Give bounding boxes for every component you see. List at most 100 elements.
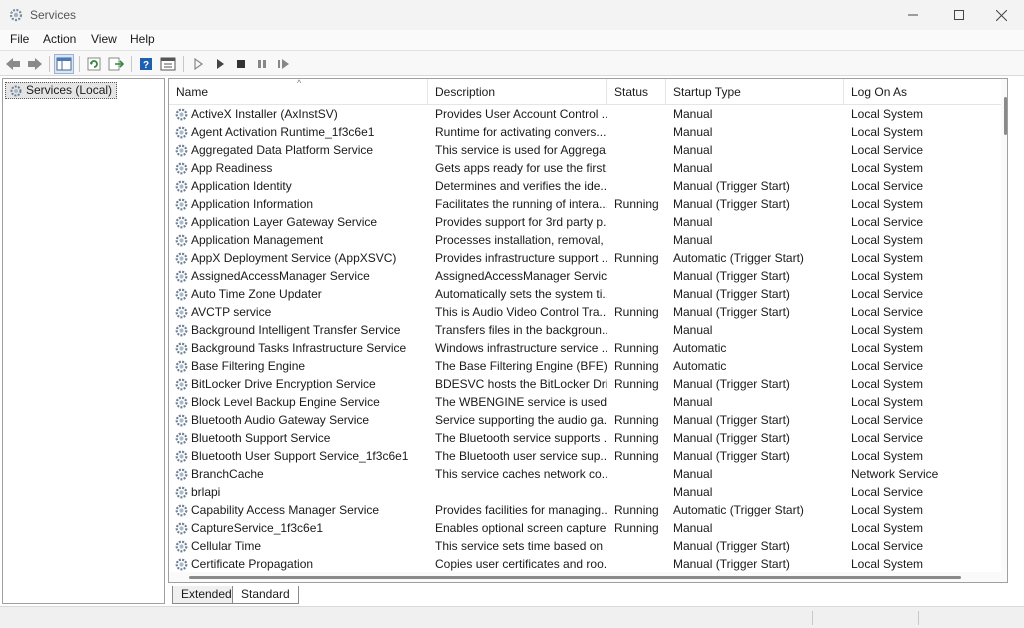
service-status-cell: Running [614, 413, 659, 427]
pause-service-button[interactable] [252, 54, 272, 74]
start-service-icon [194, 58, 204, 70]
start-service-2-button[interactable] [210, 54, 230, 74]
service-name-cell: Bluetooth User Support Service_1f3c6e1 [191, 449, 409, 463]
table-row[interactable]: Application Management Processes installa… [169, 231, 1007, 249]
start-service-button[interactable] [188, 54, 208, 74]
show-hide-console-tree-button[interactable] [54, 54, 74, 74]
service-startup-type-cell: Automatic (Trigger Start) [673, 251, 804, 265]
horizontal-scroll-thumb[interactable] [189, 576, 961, 579]
service-description-cell: The Bluetooth service supports ... [435, 431, 607, 445]
table-row[interactable]: AVCTP service This is Audio Video Control… [169, 303, 1007, 321]
forward-button[interactable] [25, 54, 45, 74]
service-gear-icon [174, 305, 189, 320]
table-row[interactable]: Application Identity Determines and verif… [169, 177, 1007, 195]
minimize-button[interactable] [890, 0, 936, 30]
tab-extended[interactable]: Extended [172, 586, 241, 604]
service-name-cell: Application Management [191, 233, 324, 247]
refresh-button[interactable] [84, 54, 104, 74]
table-row[interactable]: Bluetooth Support Service The Bluetooth s… [169, 429, 1007, 447]
service-gear-icon [174, 143, 189, 158]
table-row[interactable]: ActiveX Installer (AxInstSV) Provides Use… [169, 105, 1007, 123]
service-name-cell: AssignedAccessManager Service [191, 269, 370, 283]
table-row[interactable]: Agent Activation Runtime_1f3c6e1 Runtime … [169, 123, 1007, 141]
service-status-cell: Running [614, 251, 659, 265]
column-header-log-on-as[interactable]: Log On As [844, 79, 1001, 105]
column-header-status[interactable]: Status [607, 79, 666, 105]
menu-action[interactable]: Action [43, 32, 76, 46]
service-log-on-as-cell: Local System [851, 323, 924, 337]
menu-view[interactable]: View [91, 32, 117, 46]
table-row[interactable]: Certificate Propagation Copies user certi… [169, 555, 1007, 573]
service-gear-icon [174, 521, 189, 536]
table-row[interactable]: Capability Access Manager Service Provide… [169, 501, 1007, 519]
vertical-scroll-thumb[interactable] [1004, 97, 1007, 135]
service-startup-type-cell: Automatic (Trigger Start) [673, 503, 804, 517]
table-row[interactable]: Aggregated Data Platform Service This ser… [169, 141, 1007, 159]
table-row[interactable]: BranchCache This service caches network c… [169, 465, 1007, 483]
service-description-cell: This service caches network co... [435, 467, 607, 481]
back-icon [6, 58, 20, 70]
restart-service-button[interactable] [274, 54, 294, 74]
column-header-name[interactable]: Name ^ [169, 79, 428, 105]
service-startup-type-cell: Automatic [673, 341, 727, 355]
tab-standard[interactable]: Standard [232, 586, 299, 604]
table-row[interactable]: Background Intelligent Transfer Service T… [169, 321, 1007, 339]
service-description-cell: Determines and verifies the ide... [435, 179, 607, 193]
table-row[interactable]: Application Layer Gateway Service Provide… [169, 213, 1007, 231]
service-startup-type-cell: Manual [673, 161, 713, 175]
export-list-button[interactable] [106, 54, 126, 74]
horizontal-scrollbar[interactable] [169, 572, 1001, 582]
service-name-cell: AVCTP service [191, 305, 272, 319]
table-row[interactable]: Bluetooth Audio Gateway Service Service s… [169, 411, 1007, 429]
help-button[interactable]: ? [136, 54, 156, 74]
service-log-on-as-cell: Local Service [851, 215, 924, 229]
table-row[interactable]: App Readiness Gets apps ready for use the… [169, 159, 1007, 177]
service-name-cell: BitLocker Drive Encryption Service [191, 377, 376, 391]
stop-service-button[interactable] [231, 54, 251, 74]
toolbar: ? [0, 50, 1024, 76]
service-status-cell [614, 537, 669, 555]
table-row[interactable]: Background Tasks Infrastructure Service W… [169, 339, 1007, 357]
service-log-on-as-cell: Network Service [851, 467, 939, 481]
show-hide-console-tree-icon [56, 57, 72, 71]
table-row[interactable]: Auto Time Zone Updater Automatically sets… [169, 285, 1007, 303]
column-header-description[interactable]: Description [428, 79, 607, 105]
service-name-cell: Bluetooth Support Service [191, 431, 331, 445]
maximize-button[interactable] [936, 0, 982, 30]
table-row[interactable]: CaptureService_1f3c6e1 Enables optional s… [169, 519, 1007, 537]
table-row[interactable]: Base Filtering Engine The Base Filtering … [169, 357, 1007, 375]
service-status-cell: Running [614, 359, 659, 373]
properties-button[interactable] [158, 54, 178, 74]
forward-icon [28, 58, 42, 70]
column-header-startup-type[interactable]: Startup Type [666, 79, 844, 105]
table-row[interactable]: BitLocker Drive Encryption Service BDESVC… [169, 375, 1007, 393]
menu-file[interactable]: File [10, 32, 29, 46]
table-row[interactable]: Block Level Backup Engine Service The WBE… [169, 393, 1007, 411]
close-button[interactable] [978, 0, 1024, 30]
menu-help[interactable]: Help [130, 32, 155, 46]
service-gear-icon [174, 557, 189, 572]
console-tree: Services (Local) [2, 78, 165, 604]
table-row[interactable]: Bluetooth User Support Service_1f3c6e1 Th… [169, 447, 1007, 465]
service-gear-icon [174, 161, 189, 176]
table-row[interactable]: AppX Deployment Service (AppXSVC) Provide… [169, 249, 1007, 267]
service-name-cell: Capability Access Manager Service [191, 503, 380, 517]
table-row[interactable]: Application Information Facilitates the r… [169, 195, 1007, 213]
table-row[interactable]: brlapi Manual Local Service [169, 483, 1007, 501]
service-status-cell [614, 159, 669, 177]
service-description-cell: This service sets time based on ... [435, 539, 607, 553]
service-name-cell: Agent Activation Runtime_1f3c6e1 [191, 125, 375, 139]
service-description-cell: Enables optional screen capture... [435, 521, 607, 535]
service-description-cell: Provides infrastructure support ... [435, 251, 607, 265]
service-name-cell: Block Level Backup Engine Service [191, 395, 380, 409]
vertical-scrollbar[interactable] [1001, 79, 1007, 582]
service-startup-type-cell: Automatic [673, 359, 727, 373]
table-row[interactable]: Cellular Time This service sets time base… [169, 537, 1007, 555]
service-log-on-as-cell: Local System [851, 197, 924, 211]
table-row[interactable]: AssignedAccessManager Service AssignedAcc… [169, 267, 1007, 285]
service-startup-type-cell: Manual (Trigger Start) [673, 539, 790, 553]
tree-item-services-local[interactable]: Services (Local) [5, 82, 118, 99]
service-gear-icon [174, 287, 189, 302]
back-button[interactable] [3, 54, 23, 74]
service-description-cell: Provides User Account Control ... [435, 107, 607, 121]
